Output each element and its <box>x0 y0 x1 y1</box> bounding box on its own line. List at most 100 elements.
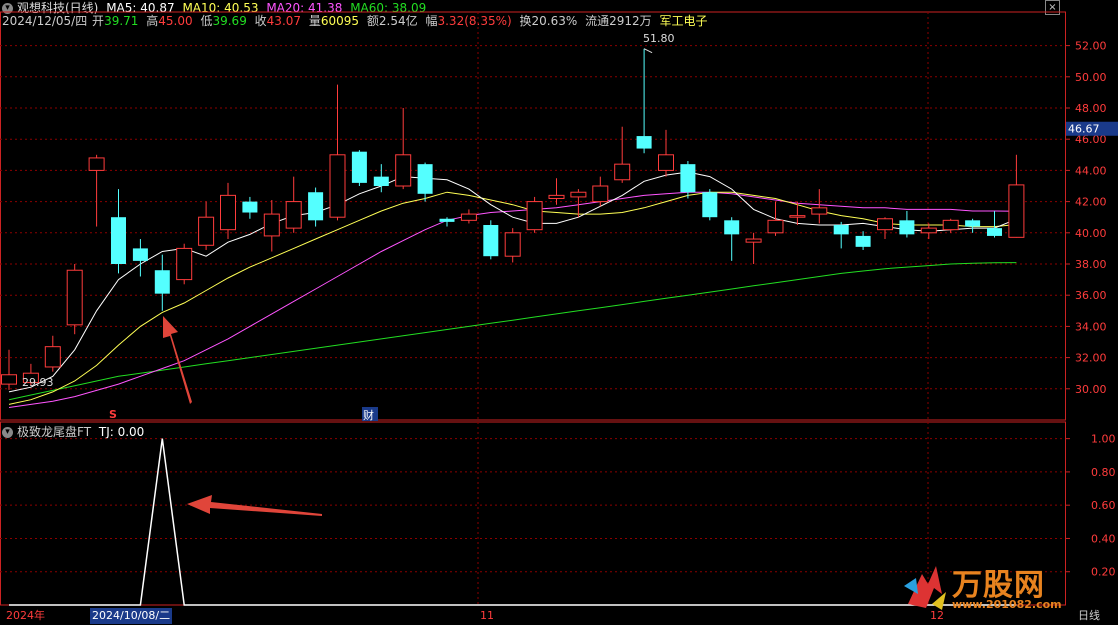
finance-marker[interactable]: 财 <box>363 408 374 422</box>
indicator-tick-label: 0.20 <box>1091 566 1116 579</box>
candle <box>329 84 346 221</box>
sell-marker: S <box>109 408 117 421</box>
candle <box>614 126 631 183</box>
candle <box>198 201 215 250</box>
cursor-date: 2024/10/08/二 <box>90 608 173 624</box>
candle <box>877 217 893 240</box>
candle <box>285 176 302 233</box>
candle <box>636 48 652 154</box>
candle-body-up <box>176 247 193 281</box>
candle <box>439 217 455 227</box>
candle-body-down <box>965 220 981 227</box>
candle-body-up <box>877 218 893 231</box>
price-tick-label: 44.00 <box>1075 164 1107 177</box>
candle <box>767 201 784 236</box>
current-price-tag-text: 46.67 <box>1068 123 1100 136</box>
indicator-tick-label: 0.40 <box>1091 532 1116 545</box>
kline-chart[interactable]: 52.0050.0048.0046.0044.0042.0040.0038.00… <box>0 0 1118 625</box>
logo-arrow-icon <box>904 566 946 610</box>
candle <box>942 218 959 233</box>
candle-body-up <box>614 163 631 181</box>
candle-body-up <box>570 191 587 198</box>
candle <box>833 221 849 249</box>
price-tick-label: 34.00 <box>1075 320 1107 333</box>
candle-body-down <box>111 217 126 264</box>
candle <box>548 178 565 205</box>
candle <box>789 201 806 225</box>
candle-body-down <box>154 270 170 294</box>
candle-body-up <box>395 154 412 187</box>
candle-body-up <box>44 346 61 368</box>
candle <box>88 154 105 227</box>
candle-body-down <box>132 248 148 261</box>
candle <box>899 210 915 238</box>
candle-body-down <box>899 220 915 235</box>
candle <box>242 196 258 219</box>
candle-body-down <box>351 151 367 183</box>
price-tick-label: 38.00 <box>1075 258 1107 271</box>
high-mark-leader <box>643 48 653 54</box>
candle <box>263 200 280 252</box>
price-tick-label: 52.00 <box>1075 40 1107 53</box>
candle-body-up <box>548 194 565 199</box>
price-tick-label: 48.00 <box>1075 102 1107 115</box>
price-tick-label: 30.00 <box>1075 383 1107 396</box>
month-11-label: 11 <box>480 609 494 622</box>
candle-body-up <box>460 213 477 221</box>
candle <box>1 349 17 390</box>
candle <box>44 335 61 372</box>
candle-body-up <box>263 213 280 237</box>
indicator-tick-label: 0.60 <box>1091 499 1116 512</box>
candle <box>658 129 674 177</box>
price-tick-label: 50.00 <box>1075 71 1107 84</box>
candle-body-up <box>920 227 937 234</box>
red-arrow-annotation <box>163 316 192 404</box>
low-mark-label: 29.93 <box>22 376 54 389</box>
candle <box>154 254 170 311</box>
candle-body-up <box>658 154 674 171</box>
candle <box>526 196 543 233</box>
candle-body-up <box>789 215 806 218</box>
candle-body-down <box>373 176 389 186</box>
brand-logo: 万股网 www.201082.com <box>902 560 1092 618</box>
candle <box>811 189 828 224</box>
candle <box>483 220 499 260</box>
candle-body-down <box>855 235 871 247</box>
ma20-line <box>8 191 1017 408</box>
high-mark-label: 51.80 <box>643 32 675 45</box>
candle-body-up <box>285 201 302 229</box>
candle-body-down <box>680 164 696 193</box>
candle <box>965 218 981 233</box>
price-tick-label: 32.00 <box>1075 352 1107 365</box>
candle-body-up <box>220 194 236 231</box>
candle <box>351 150 367 186</box>
candle <box>570 189 587 218</box>
logo-url-text: www.201082.com <box>952 598 1062 611</box>
candle <box>745 232 762 264</box>
candle <box>66 264 83 335</box>
candle-body-up <box>329 154 346 218</box>
candle-body-up <box>811 207 828 215</box>
candle-body-up <box>942 219 959 231</box>
candle <box>920 223 937 240</box>
candle-body-down <box>702 192 718 218</box>
candle-body-up <box>198 216 215 246</box>
candle <box>1008 154 1025 238</box>
candle-body-up <box>1 374 17 385</box>
candle <box>724 217 740 261</box>
candle <box>395 108 412 190</box>
candle-body-up <box>1008 184 1025 238</box>
candle-body-up <box>592 185 609 203</box>
price-tick-label: 40.00 <box>1075 227 1107 240</box>
candle <box>592 176 609 207</box>
candle <box>702 189 718 221</box>
candle-body-down <box>724 220 740 235</box>
candle-body-down <box>483 225 499 257</box>
candle <box>132 239 148 277</box>
candle-body-down <box>636 136 652 149</box>
candle <box>176 243 193 285</box>
year-label: 2024年 <box>6 609 45 622</box>
candle-body-up <box>767 219 784 234</box>
indicator-line <box>9 438 1017 606</box>
candle-body-down <box>439 218 455 222</box>
